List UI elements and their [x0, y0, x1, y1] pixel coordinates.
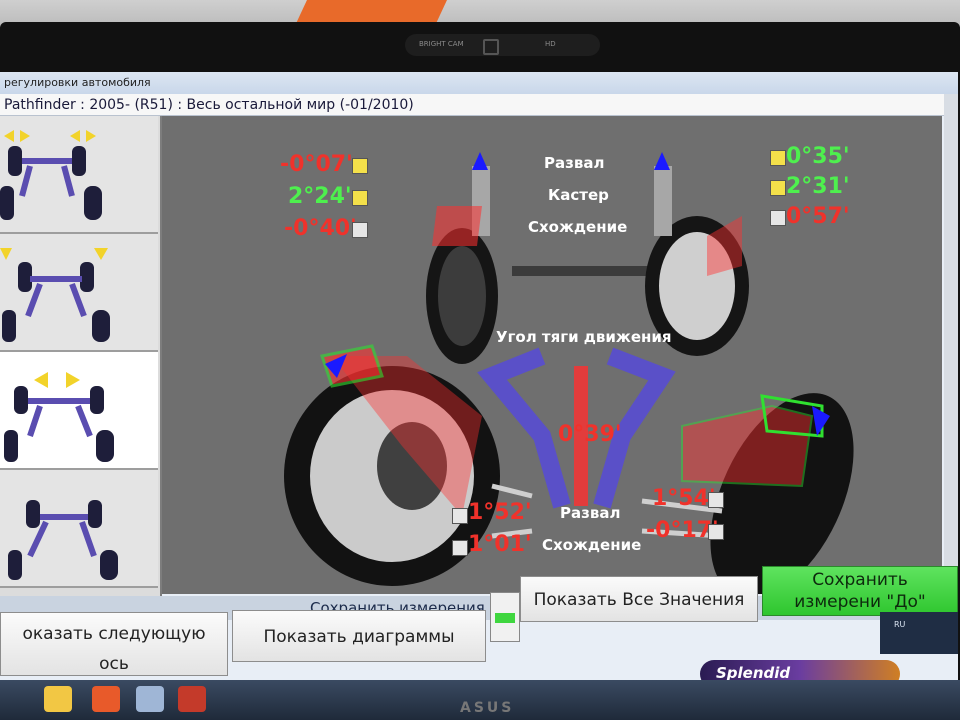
thumb-toe-view[interactable]: [0, 352, 158, 470]
wrench-icon: [708, 492, 724, 508]
front-left-toe: -0°40': [284, 216, 357, 241]
camera-lens-icon: [483, 39, 499, 55]
wrench-icon: [452, 540, 468, 556]
system-tray: RU: [880, 612, 958, 654]
axle-diagram-icon: [0, 248, 110, 342]
alignment-main-view: -0°07' 2°24' -0°40' Развал Кастер Схожде…: [162, 116, 942, 594]
front-right-caster: 2°31': [786, 174, 850, 199]
thumb-rear-view[interactable]: [0, 470, 158, 588]
chart-toggle-icon[interactable]: [490, 592, 520, 642]
app-window-icon[interactable]: [136, 686, 164, 712]
show-diagrams-button[interactable]: Показать диаграммы: [232, 610, 486, 662]
show-all-values-button[interactable]: Показать Все Значения: [520, 576, 758, 622]
thrust-angle-label: Угол тяги движения: [496, 328, 672, 346]
right-toolbar: [944, 94, 958, 634]
rear-left-camber: 1°52': [468, 500, 532, 525]
axle-diagram-icon: [4, 372, 114, 462]
wrench-icon: [452, 508, 468, 524]
thrust-angle-value: 0°39': [558, 422, 622, 447]
wrench-icon: [708, 524, 724, 540]
webcam-hd-label: HD: [545, 40, 556, 48]
front-left-camber: -0°07': [280, 152, 353, 177]
green-bar-icon: [495, 613, 515, 623]
label-camber-rear: Развал: [560, 504, 621, 522]
rear-left-toe: 1°01': [468, 532, 532, 557]
label-toe-front: Схождение: [528, 218, 628, 236]
lang-indicator: RU: [894, 620, 906, 629]
front-right-toe: 0°57': [786, 204, 850, 229]
front-left-caster: 2°24': [288, 184, 352, 209]
label-camber-front: Развал: [544, 154, 605, 172]
next-axle-button[interactable]: оказать следующую ось: [0, 612, 228, 676]
alignment-app-icon[interactable]: [178, 686, 206, 712]
arrow-right-icon: [352, 190, 368, 206]
steering-wheel-icon: [770, 210, 786, 226]
webcam-bar: BRIGHT CAM HD: [405, 34, 600, 56]
front-right-camber: 0°35': [786, 144, 850, 169]
arrow-right-icon: [352, 158, 368, 174]
window-title: регулировки автомобиля: [0, 72, 958, 94]
axle-diagram-icon: [8, 500, 118, 580]
view-thumbnails-panel: [0, 116, 162, 596]
folder-icon[interactable]: [44, 686, 72, 712]
steering-wheel-icon: [352, 222, 368, 238]
media-player-icon[interactable]: [92, 686, 120, 712]
save-before-button[interactable]: Сохранить измерени "До": [762, 566, 958, 616]
axle-diagram-icon: [0, 130, 102, 220]
arrow-right-icon: [770, 180, 786, 196]
rear-right-camber: 1°54': [652, 486, 716, 511]
webcam-label: BRIGHT CAM: [419, 40, 464, 48]
label-caster: Кастер: [548, 186, 609, 204]
vehicle-info: Pathfinder : 2005- (R51) : Весь остально…: [0, 94, 945, 116]
arrow-right-icon: [770, 150, 786, 166]
thumb-camber-view[interactable]: [0, 116, 158, 234]
thumb-caster-view[interactable]: [0, 234, 158, 352]
asus-logo: ASUS: [460, 700, 515, 716]
label-toe-rear: Схождение: [542, 536, 642, 554]
